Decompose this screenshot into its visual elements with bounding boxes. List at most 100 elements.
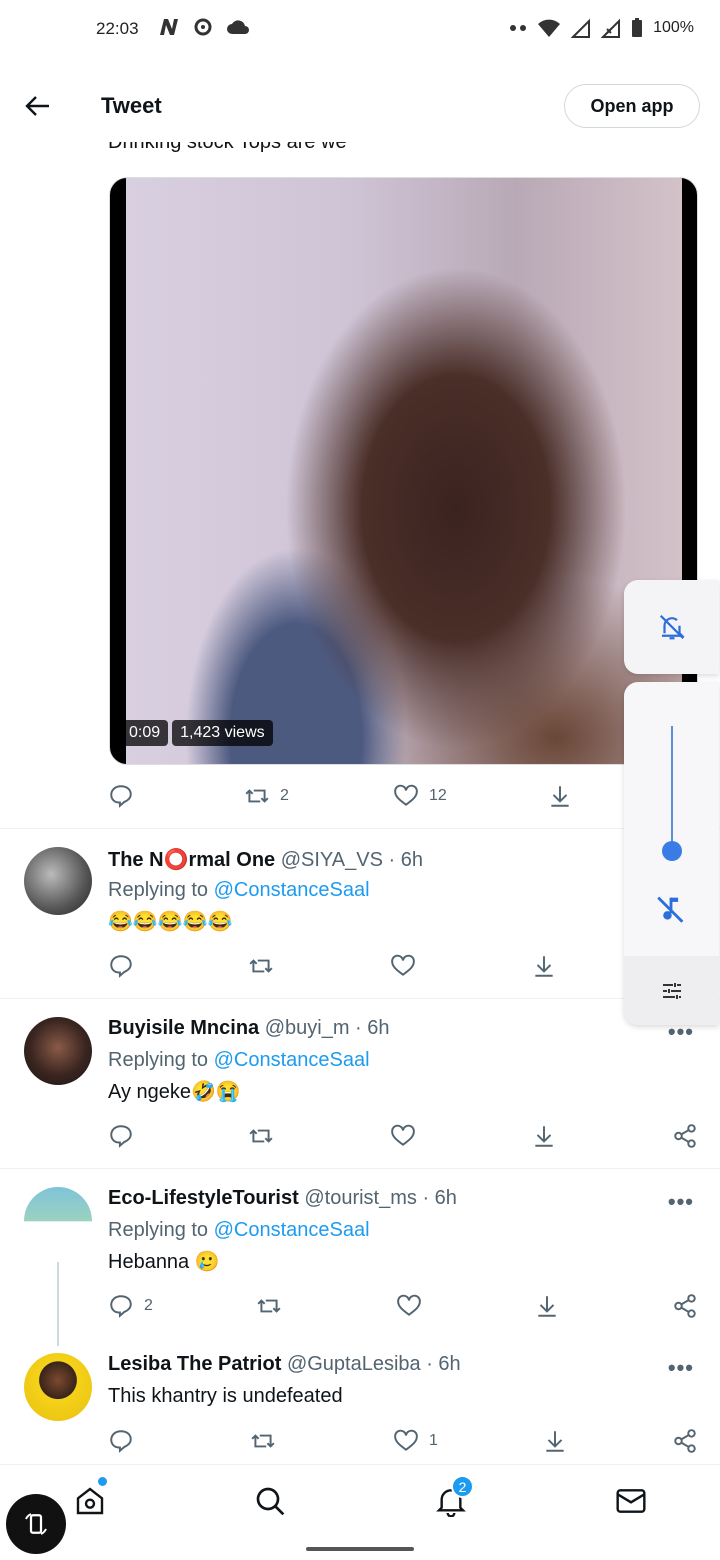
reply-item[interactable]: The N⭕rmal One @SIYA_VS · 6h Replying to… — [0, 829, 720, 998]
reply-author-handle: @GuptaLesiba · 6h — [286, 1353, 461, 1375]
reply-button[interactable] — [108, 1123, 144, 1149]
retweet-button[interactable]: 2 — [244, 783, 289, 809]
reply-author-handle: @buyi_m · 6h — [264, 1017, 390, 1039]
reply-text: Ay ngeke🤣😭 — [108, 1081, 241, 1103]
media-mute-button[interactable] — [654, 892, 688, 931]
reply-icon — [110, 1430, 132, 1453]
mention-link[interactable]: @ConstanceSaal — [214, 1049, 370, 1071]
nav-search[interactable] — [252, 1483, 288, 1519]
page-title: Tweet — [101, 93, 162, 118]
avatar[interactable] — [24, 1017, 92, 1085]
share-button[interactable] — [672, 1428, 698, 1454]
video-frame — [126, 178, 682, 764]
music-off-icon — [657, 896, 684, 923]
download-icon — [538, 1296, 556, 1317]
download-button[interactable] — [531, 953, 557, 979]
home-icon — [76, 1487, 104, 1515]
share-icon — [674, 1294, 696, 1318]
more-options-button[interactable]: ••• — [668, 1355, 694, 1381]
retweet-icon — [245, 789, 269, 803]
like-button[interactable] — [390, 1123, 426, 1149]
avatar[interactable] — [24, 1187, 92, 1255]
notifications-badge: 2 — [451, 1475, 474, 1498]
reply-actions — [108, 953, 698, 983]
nav-home[interactable] — [72, 1483, 108, 1519]
dots-icon — [510, 25, 527, 31]
reply-button[interactable]: 2 — [108, 1293, 153, 1319]
volume-slider-thumb[interactable] — [662, 841, 682, 861]
volume-settings-button[interactable] — [624, 956, 719, 1025]
mail-icon — [616, 1489, 646, 1513]
share-button[interactable] — [672, 1123, 698, 1149]
top-app-bar: Tweet Open app — [0, 70, 720, 142]
replying-to: Replying to @ConstanceSaal — [108, 1049, 370, 1071]
share-button[interactable] — [672, 1293, 698, 1319]
reply-button[interactable] — [108, 783, 144, 809]
reply-actions: 2 — [108, 1293, 698, 1323]
volume-slider-track[interactable] — [671, 726, 673, 851]
share-icon — [674, 1429, 696, 1453]
mention-link[interactable]: @ConstanceSaal — [214, 879, 370, 901]
reply-author-name[interactable]: Lesiba The Patriot — [108, 1353, 281, 1375]
reply-author-name[interactable]: The N⭕rmal One — [108, 849, 275, 871]
retweet-button[interactable] — [256, 1293, 292, 1319]
reply-text: This khantry is undefeated — [108, 1385, 343, 1407]
reply-icon — [110, 1125, 132, 1148]
reply-author-handle: @tourist_ms · 6h — [304, 1187, 457, 1209]
reply-button[interactable] — [108, 953, 144, 979]
sync-icon — [194, 18, 212, 36]
retweet-icon — [249, 1129, 273, 1143]
back-button[interactable] — [20, 88, 56, 124]
home-new-dot — [98, 1477, 107, 1486]
gesture-home-bar[interactable] — [306, 1547, 414, 1551]
like-button[interactable] — [396, 1293, 432, 1319]
like-button[interactable] — [390, 953, 426, 979]
like-button[interactable]: 12 — [393, 783, 447, 809]
ringer-mode-button[interactable] — [624, 580, 719, 674]
volume-panel — [624, 682, 719, 1025]
thread-connector — [57, 1262, 59, 1346]
share-icon — [674, 1124, 696, 1148]
like-button[interactable]: 1 — [393, 1428, 438, 1454]
download-icon — [535, 1126, 553, 1147]
reply-icon — [110, 955, 132, 978]
cloud-icon — [227, 20, 249, 34]
heart-icon — [397, 1294, 421, 1316]
download-icon — [546, 1431, 564, 1452]
back-arrow-icon — [25, 96, 49, 116]
reply-item[interactable]: Buyisile Mncina @buyi_m · 6h ••• Replyin… — [0, 999, 720, 1168]
reply-author-name[interactable]: Buyisile Mncina — [108, 1017, 259, 1039]
reply-button[interactable] — [108, 1428, 144, 1454]
reply-author-name[interactable]: Eco-LifestyleTourist — [108, 1187, 299, 1209]
reply-item[interactable]: Eco-LifestyleTourist @tourist_ms · 6h ••… — [0, 1169, 720, 1339]
nav-messages[interactable] — [613, 1483, 649, 1519]
download-button[interactable] — [542, 1428, 568, 1454]
download-button[interactable] — [531, 1123, 557, 1149]
wifi-icon — [538, 19, 561, 37]
download-icon — [551, 786, 569, 807]
download-button[interactable] — [547, 783, 573, 809]
tweet-video[interactable] — [109, 177, 698, 765]
open-app-button[interactable]: Open app — [564, 84, 700, 128]
retweet-button[interactable] — [248, 953, 284, 979]
battery-icon — [632, 18, 643, 37]
video-duration: 0:09 — [121, 720, 169, 746]
heart-icon — [391, 1124, 415, 1146]
n-app-icon — [160, 19, 178, 35]
rotate-screen-button[interactable] — [6, 1494, 66, 1554]
reply-item[interactable]: Lesiba The Patriot @GuptaLesiba · 6h •••… — [0, 1339, 720, 1464]
reply-text: Hebanna 🥲 — [108, 1251, 220, 1273]
download-button[interactable] — [534, 1293, 560, 1319]
mention-link[interactable]: @ConstanceSaal — [214, 1219, 370, 1241]
bottom-navigation: 2 — [0, 1464, 720, 1536]
retweet-button[interactable] — [250, 1428, 286, 1454]
avatar[interactable] — [24, 1353, 92, 1421]
bell-off-icon — [659, 614, 685, 640]
retweet-icon — [249, 959, 273, 973]
retweet-button[interactable] — [248, 1123, 284, 1149]
more-options-button[interactable]: ••• — [668, 1189, 694, 1215]
signal-x-icon — [601, 18, 621, 38]
avatar[interactable] — [24, 847, 92, 915]
reply-author-handle: @SIYA_VS · 6h — [280, 849, 423, 871]
replying-to: Replying to @ConstanceSaal — [108, 1219, 370, 1241]
